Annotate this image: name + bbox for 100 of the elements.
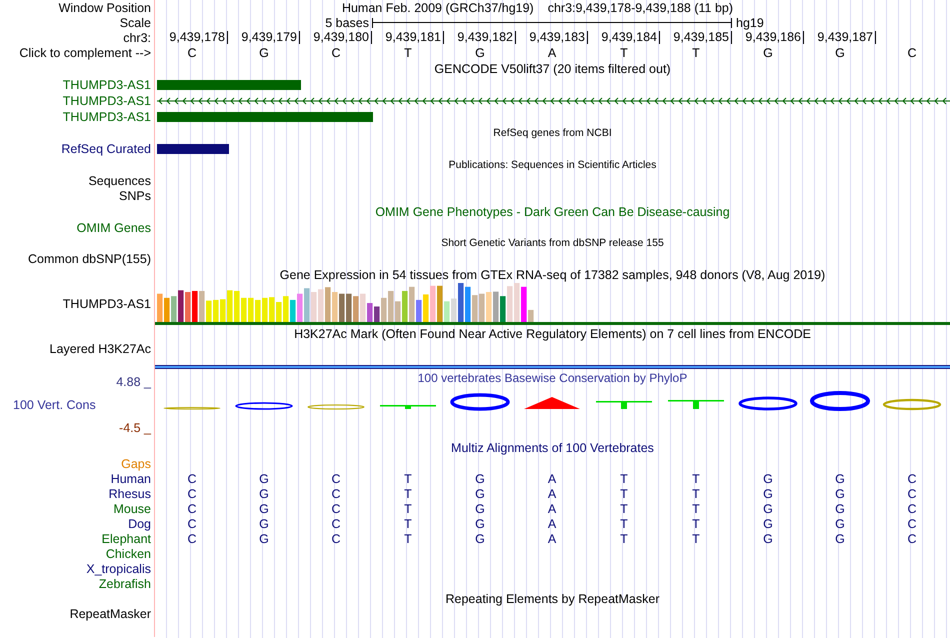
base-letter: G [475, 472, 485, 486]
position-label: 9,439,187 [817, 31, 876, 44]
axis-label: 4.88 _ [116, 375, 151, 390]
track-label: SNPs [119, 188, 151, 202]
base-letter[interactable]: A [548, 46, 556, 60]
base-letter: T [404, 532, 412, 546]
base-letter: G [259, 486, 269, 500]
gene-bar[interactable] [157, 144, 229, 154]
base-letter[interactable]: C [907, 46, 917, 60]
base-letter: G [835, 516, 845, 530]
track-label: THUMPD3-AS1 [62, 110, 151, 124]
base-letter: T [692, 502, 700, 516]
scale-assembly: hg19 [735, 16, 765, 30]
track-title: Multiz Alignments of 100 Vertebrates [451, 440, 654, 454]
base-letter: T [620, 502, 628, 516]
track-label: Sequences [88, 174, 151, 188]
base-letter: C [907, 532, 917, 546]
track-title: Repeating Elements by RepeatMasker [445, 592, 660, 606]
base-letter[interactable]: G [835, 46, 845, 60]
gene-bar[interactable] [157, 80, 302, 90]
base-letter: C [907, 502, 917, 516]
track-title: RefSeq genes from NCBI [493, 127, 612, 139]
base-letter: T [620, 532, 628, 546]
position-label: 9,439,181 [385, 31, 444, 44]
track-title: H3K27Ac Mark (Often Found Near Active Regulatory Elements) on 7 cell lines from ENCODE [294, 326, 811, 340]
base-letter: T [620, 516, 628, 530]
base-letter[interactable]: T [620, 46, 628, 60]
base-letter: G [835, 502, 845, 516]
position-label: 9,439,185 [673, 31, 732, 44]
base-letter[interactable]: G [259, 46, 269, 60]
base-letter: G [475, 532, 485, 546]
gene-bar[interactable] [157, 112, 374, 122]
track-label: Common dbSNP(155) [28, 252, 151, 266]
track-label: THUMPD3-AS1 [62, 297, 151, 311]
base-letter: T [404, 486, 412, 500]
base-letter: T [404, 516, 412, 530]
track-label: THUMPD3-AS1 [62, 78, 151, 92]
base-letter: T [692, 516, 700, 530]
position-label: 9,439,182 [457, 31, 516, 44]
base-letter[interactable]: T [404, 46, 412, 60]
base-letter: T [692, 486, 700, 500]
base-letter: C [331, 502, 341, 516]
base-letter: G [763, 516, 773, 530]
track-title: OMIM Gene Phenotypes - Dark Green Can Be Disease-causing [375, 204, 730, 218]
complement-link[interactable]: Click to complement --> [19, 46, 151, 60]
base-letter: G [763, 502, 773, 516]
base-letter[interactable]: T [692, 46, 700, 60]
assembly-text: Human Feb. 2009 (GRCh37/hg19) [342, 0, 534, 14]
base-letter: C [187, 532, 197, 546]
base-letter: C [187, 472, 197, 486]
base-letter: G [763, 532, 773, 546]
track-label: Layered H3K27Ac [50, 342, 151, 356]
track-title: Short Genetic Variants from dbSNP release 155 [441, 237, 664, 249]
base-letter: T [620, 472, 628, 486]
track-label: Elephant [102, 532, 151, 546]
track-label: Zebrafish [98, 576, 151, 590]
base-letter: G [259, 502, 269, 516]
position-range: chr3:9,439,178-9,439,188 (11 bp) [548, 0, 734, 14]
base-letter: G [259, 532, 269, 546]
base-letter: G [259, 516, 269, 530]
base-letter: C [187, 486, 197, 500]
position-label: 9,439,183 [529, 31, 588, 44]
base-letter[interactable]: C [331, 46, 341, 60]
row-label: chr3: [123, 30, 151, 44]
base-letter: A [548, 516, 556, 530]
intron-line[interactable] [156, 98, 950, 104]
position-label: 9,439,179 [241, 31, 300, 44]
track-label: Mouse [113, 502, 151, 516]
position-label: 9,439,178 [169, 31, 228, 44]
base-letter: A [548, 472, 556, 486]
base-letter: G [763, 486, 773, 500]
base-letter: G [259, 472, 269, 486]
axis-label: -4.5 _ [119, 420, 151, 435]
base-letter[interactable]: C [187, 46, 197, 60]
track-label: THUMPD3-AS1 [62, 94, 151, 108]
base-letter: C [907, 472, 917, 486]
track-label: Human [110, 472, 151, 486]
scale-text: 5 bases [324, 16, 370, 30]
track-title: 100 vertebrates Basewise Conservation by PhyloP [418, 371, 688, 385]
base-letter: G [835, 486, 845, 500]
position-label: 9,439,184 [601, 31, 660, 44]
base-letter: A [548, 486, 556, 500]
track-title: GENCODE V50lift37 (20 items filtered out) [434, 62, 671, 76]
base-letter: G [475, 516, 485, 530]
base-letter: T [692, 532, 700, 546]
base-letter: C [907, 486, 917, 500]
base-letter[interactable]: G [475, 46, 485, 60]
base-letter: C [331, 486, 341, 500]
track-label: 100 Vert. Cons [12, 398, 96, 412]
base-letter: A [548, 502, 556, 516]
track-label: Dog [128, 516, 151, 530]
base-letter: G [475, 486, 485, 500]
base-letter[interactable]: G [763, 46, 773, 60]
track-label: OMIM Genes [76, 220, 151, 234]
position-label: 9,439,186 [745, 31, 804, 44]
track-label: Gaps [121, 456, 151, 470]
base-letter: T [692, 472, 700, 486]
base-letter: G [835, 532, 845, 546]
base-letter: C [331, 472, 341, 486]
track-title: Publications: Sequences in Scientific Articles [448, 159, 656, 171]
